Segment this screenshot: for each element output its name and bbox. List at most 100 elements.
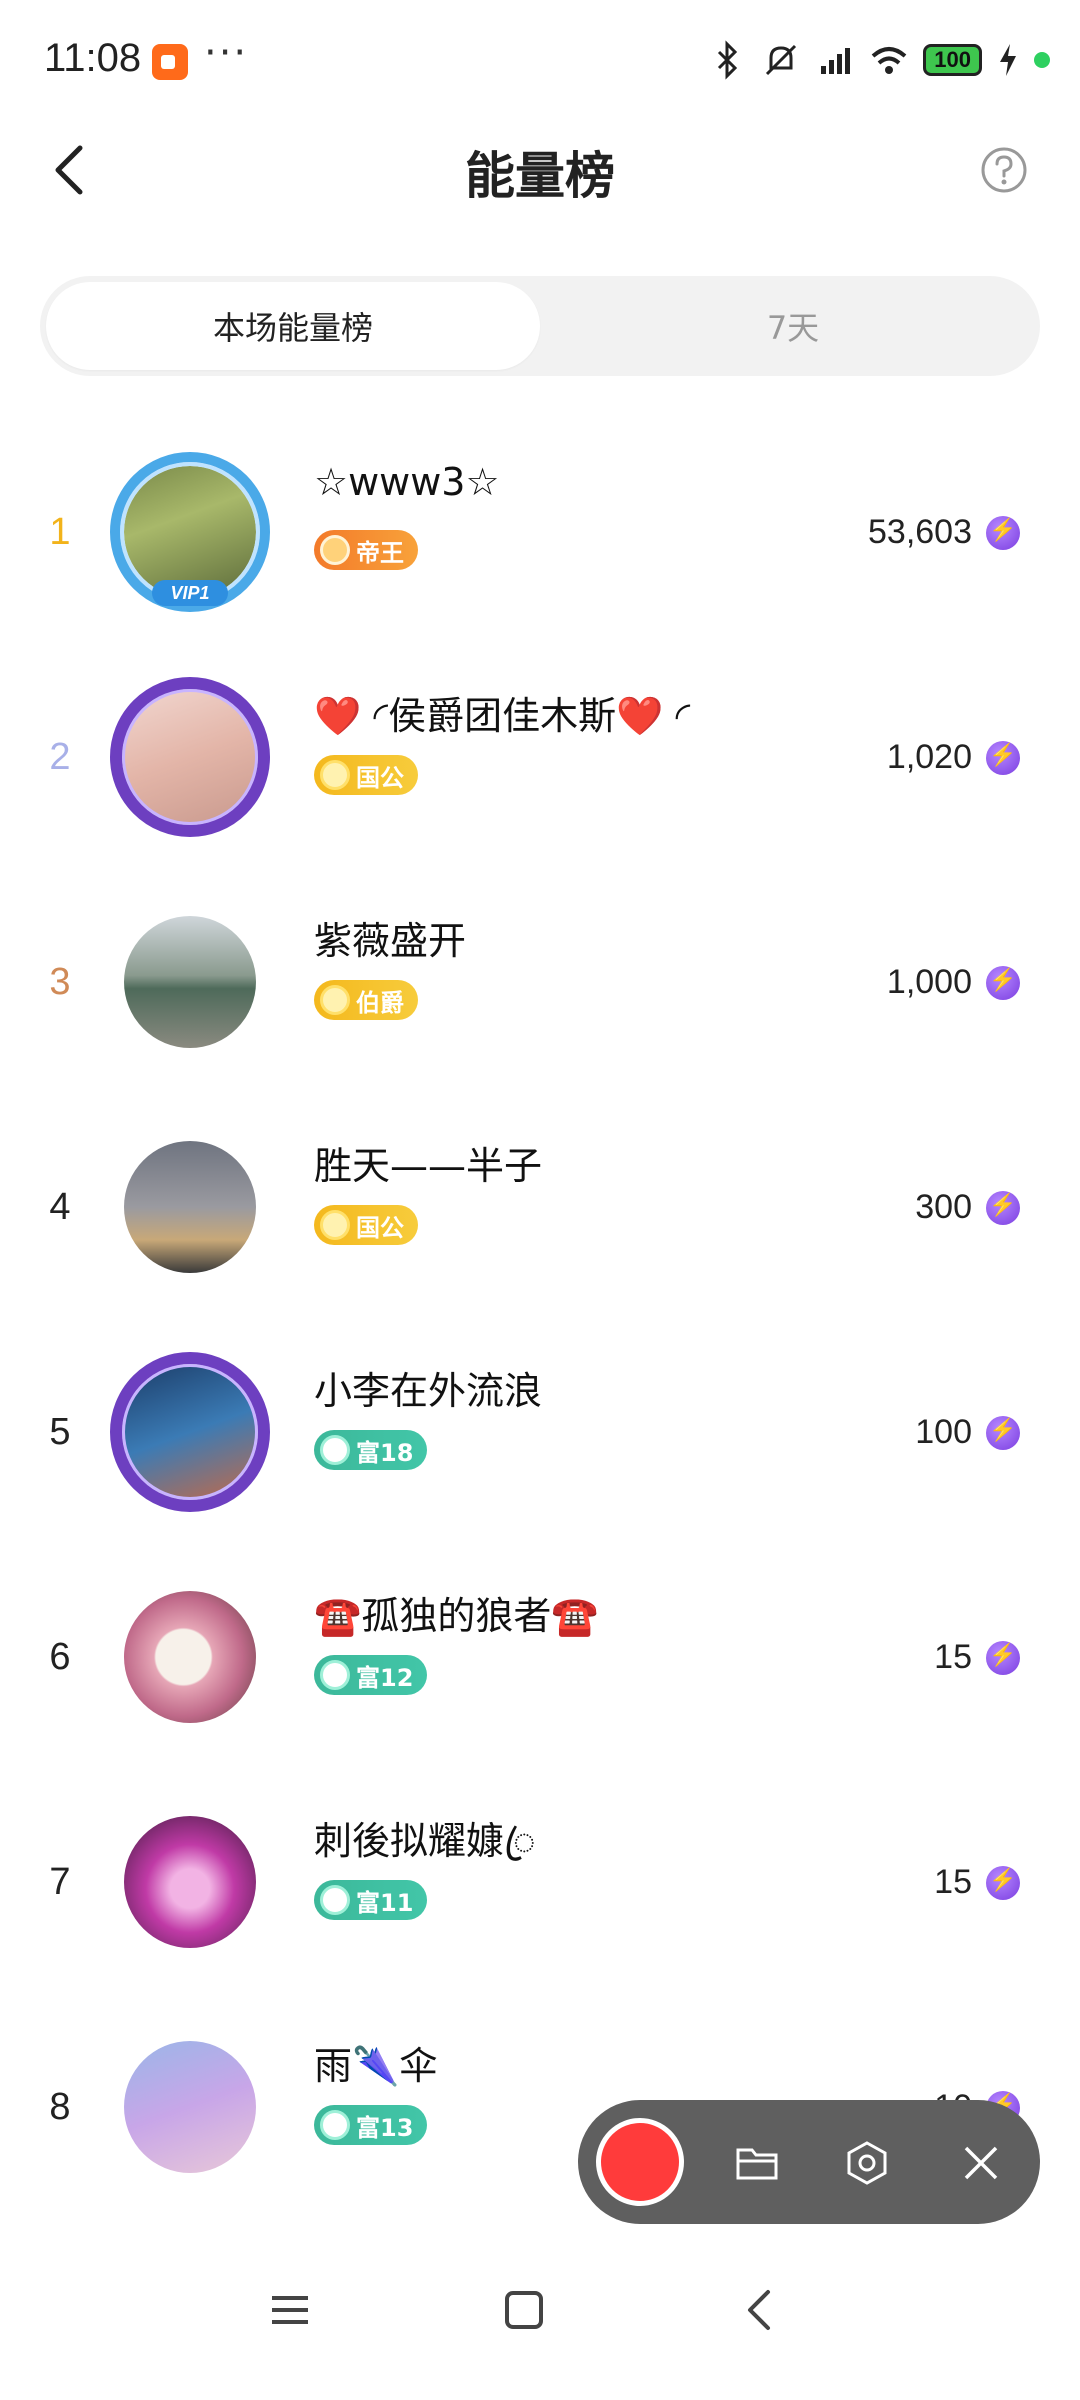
score-value: 300 [915, 1188, 972, 1226]
user-name: 小李在外流浪 [314, 1369, 543, 1413]
rank-number: 8 [49, 2086, 71, 2128]
system-nav-bar [0, 2240, 1080, 2400]
leaderboard-list: 1 VIP1 ☆www3☆ 帝王 53,603 2 ❤️ ◜侯爵团佳木斯❤️ ◜ 国公 1,02… [0, 420, 1080, 2220]
leaderboard-row[interactable]: 3 紫薇盛开伯爵 1,000 [0, 870, 1080, 1095]
user-avatar[interactable] [110, 677, 270, 837]
badge-icon [320, 985, 350, 1015]
user-avatar[interactable] [110, 2027, 270, 2187]
energy-score: 15 [934, 1545, 1020, 1770]
leaderboard-row[interactable]: 6 ☎️孤独的狼者☎️ 富12 15 [0, 1545, 1080, 1770]
badge-label: 富11 [356, 1888, 414, 1917]
badge-icon [320, 760, 350, 790]
page-title: 能量榜 [465, 147, 615, 205]
badge-icon [320, 1435, 350, 1465]
bluetooth-icon [718, 40, 738, 80]
lightning-icon [986, 1865, 1020, 1900]
rank-number: 3 [49, 961, 71, 1003]
user-avatar[interactable] [110, 1352, 270, 1512]
badge-label: 国公 [356, 763, 404, 792]
lightning-icon [986, 515, 1020, 550]
user-level-badge: 国公 [314, 1205, 418, 1245]
lightning-icon [986, 740, 1020, 775]
lightning-icon [986, 1415, 1020, 1450]
score-value: 53,603 [868, 513, 972, 551]
badge-icon [320, 535, 350, 565]
badge-label: 国公 [356, 1213, 404, 1242]
user-avatar[interactable] [110, 1577, 270, 1737]
energy-score: 15 [934, 1770, 1020, 1995]
user-name: ☎️孤独的狼者☎️ [314, 1594, 599, 1638]
leaderboard-row[interactable]: 5 小李在外流浪 富18 100 [0, 1320, 1080, 1545]
badge-icon [320, 1660, 350, 1690]
leaderboard-row[interactable]: 1 VIP1 ☆www3☆ 帝王 53,603 [0, 420, 1080, 645]
user-name: 胜天——半子 [314, 1144, 543, 1188]
rank-number: 2 [49, 736, 71, 778]
user-name: 紫薇盛开 [314, 919, 467, 963]
score-value: 15 [934, 1863, 972, 1901]
charging-icon [1000, 44, 1016, 76]
battery-indicator: 100 [923, 44, 982, 76]
user-name: 刺後拟耀嫝ꦿ [314, 1819, 536, 1863]
lightning-icon [986, 1640, 1020, 1675]
energy-score: 53,603 [868, 420, 1020, 645]
badge-icon [320, 1210, 350, 1240]
signal-icon [821, 48, 851, 74]
user-level-badge: 富12 [314, 1655, 428, 1695]
user-level-badge: 富11 [314, 1880, 428, 1920]
tab-7-days[interactable]: 7天 [546, 276, 1040, 376]
user-level-badge: 国公 [314, 755, 418, 795]
rank-number: 6 [49, 1636, 71, 1678]
lightning-icon [986, 1190, 1020, 1225]
badge-label: 帝王 [356, 538, 404, 567]
help-icon[interactable] [980, 146, 1028, 194]
purple-avatar-frame [110, 677, 270, 837]
user-avatar[interactable] [110, 1802, 270, 1962]
user-level-badge: 伯爵 [314, 980, 418, 1020]
leaderboard-row[interactable]: 7 刺後拟耀嫝ꦿ 富11 15 [0, 1770, 1080, 1995]
avatar-image [124, 1816, 256, 1948]
settings-icon[interactable] [844, 2140, 890, 2186]
score-value: 1,020 [886, 738, 972, 776]
status-bar: 11:08 ··· 100 [0, 0, 1080, 120]
back-icon[interactable] [730, 2280, 790, 2340]
close-icon[interactable] [958, 2140, 1004, 2186]
screen-recorder-toolbar [578, 2100, 1040, 2224]
lightning-icon [986, 965, 1020, 1000]
menu-icon[interactable] [260, 2280, 320, 2340]
user-level-badge: 帝王 [314, 530, 418, 570]
home-icon[interactable] [494, 2280, 554, 2340]
avatar-image [124, 1141, 256, 1273]
user-avatar[interactable] [110, 1127, 270, 1287]
leaderboard-row[interactable]: 4 胜天——半子 国公 300 [0, 1095, 1080, 1320]
record-button[interactable] [596, 2118, 684, 2206]
avatar-image [124, 916, 256, 1048]
folder-icon[interactable] [734, 2140, 780, 2186]
badge-icon [320, 2110, 350, 2140]
status-time: 11:08 [44, 36, 142, 80]
screen-recorder-app-icon [152, 44, 188, 80]
score-value: 15 [934, 1638, 972, 1676]
status-icons: 100 [707, 36, 1050, 84]
energy-score: 100 [915, 1320, 1020, 1545]
purple-avatar-frame [110, 1352, 270, 1512]
rank-number: 7 [49, 1861, 71, 1903]
rank-number: 5 [49, 1411, 71, 1453]
tab-bar: 本场能量榜 7天 [40, 276, 1040, 376]
wifi-icon [871, 47, 907, 74]
more-notifications-icon: ··· [204, 30, 249, 76]
privacy-indicator-dot [1034, 52, 1050, 68]
badge-label: 富12 [356, 1663, 414, 1692]
vip-frame-tag: VIP1 [152, 580, 228, 606]
user-name: ❤️ ◜侯爵团佳木斯❤️ ◜ [314, 694, 691, 738]
mute-icon [766, 44, 797, 76]
tab-current-session[interactable]: 本场能量榜 [46, 282, 540, 370]
user-avatar[interactable]: VIP1 [110, 452, 270, 612]
user-avatar[interactable] [110, 902, 270, 1062]
avatar-image [124, 1591, 256, 1723]
leaderboard-row[interactable]: 2 ❤️ ◜侯爵团佳木斯❤️ ◜ 国公 1,020 [0, 645, 1080, 870]
rank-number: 1 [49, 511, 71, 553]
user-name: ☆www3☆ [314, 460, 500, 504]
avatar-image [124, 2041, 256, 2173]
score-value: 1,000 [886, 963, 972, 1001]
score-value: 100 [915, 1413, 972, 1451]
